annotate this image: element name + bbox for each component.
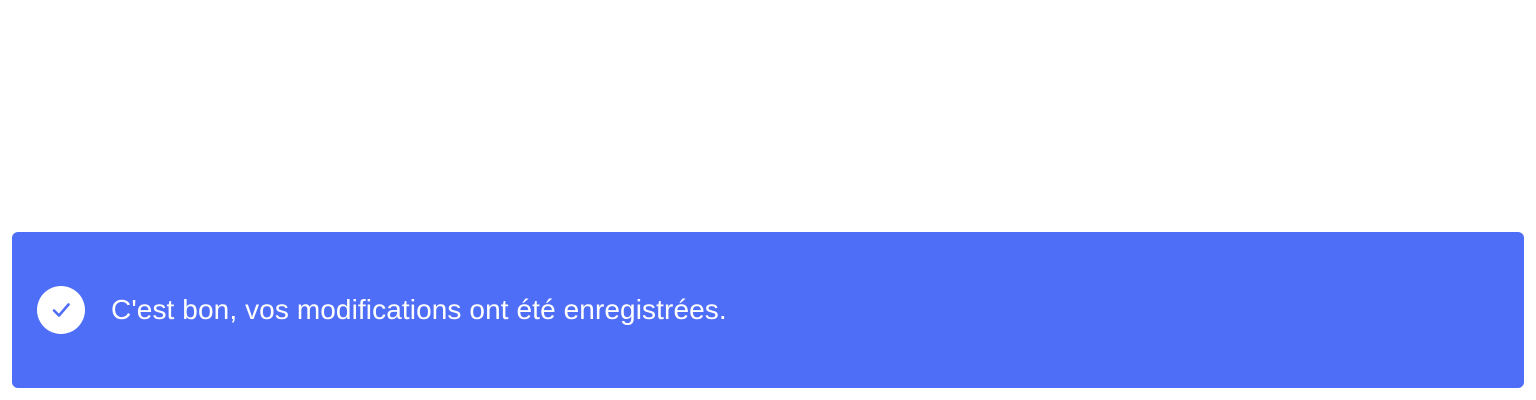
- toast-message: C'est bon, vos modifications ont été enr…: [111, 294, 727, 325]
- check-circle-icon: [37, 286, 85, 334]
- check-icon: [52, 303, 70, 317]
- success-toast: C'est bon, vos modifications ont été enr…: [12, 232, 1524, 388]
